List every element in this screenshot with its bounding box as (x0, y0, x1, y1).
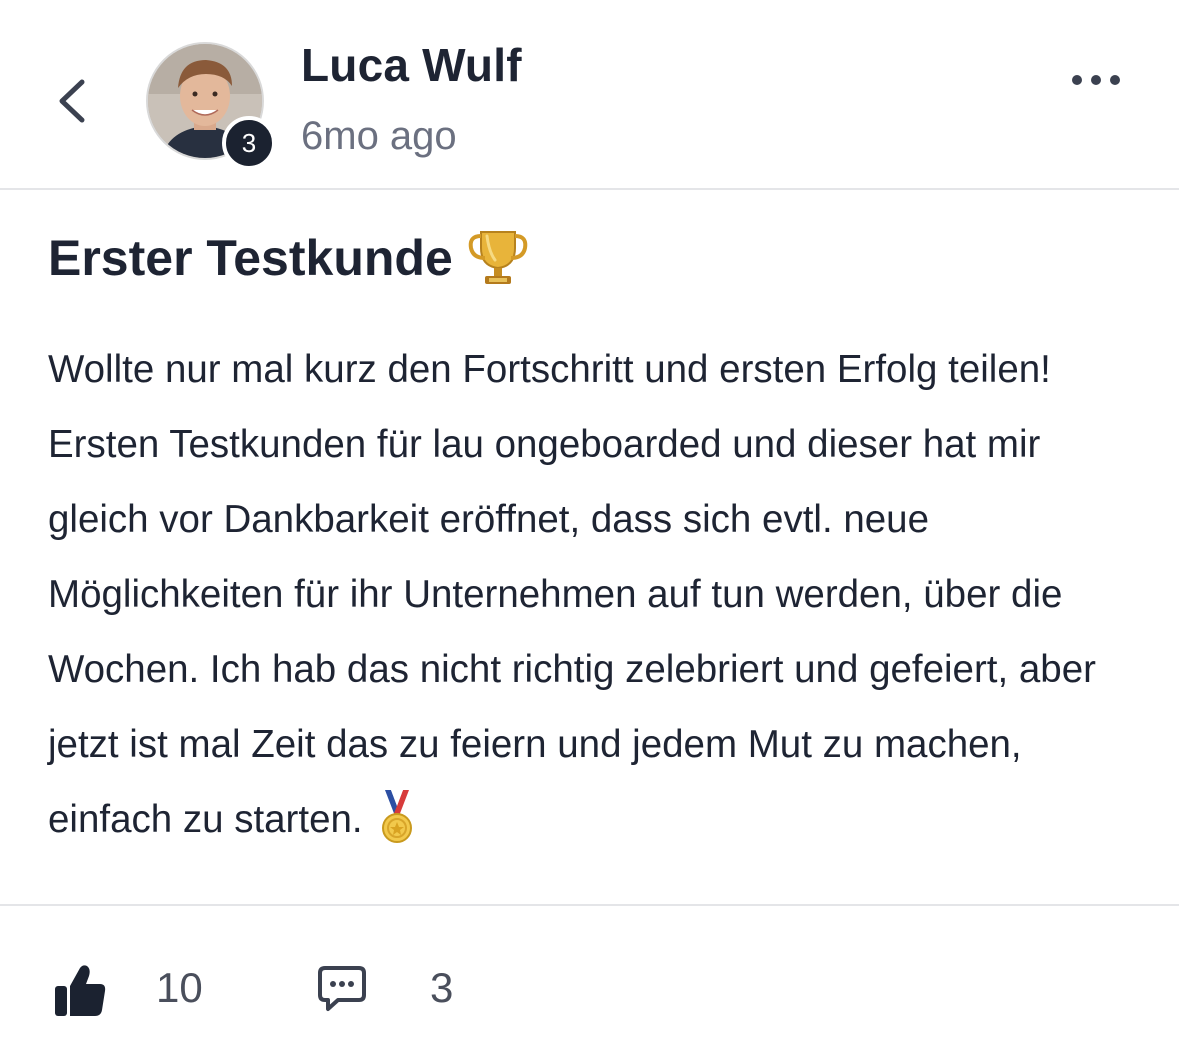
chevron-left-icon (59, 79, 85, 123)
like-count: 10 (156, 964, 203, 1011)
medal-icon (377, 788, 417, 846)
back-button[interactable] (50, 72, 98, 128)
comment-count: 3 (430, 964, 454, 1011)
footer-divider (0, 904, 1179, 906)
post-title: Erster Testkunde (48, 230, 453, 286)
thumbs-up-icon (55, 965, 106, 1016)
comment-button[interactable] (316, 963, 368, 1015)
post-body: Wollte nur mal kurz den Fortschritt und … (48, 332, 1138, 857)
post-body-text: Wollte nur mal kurz den Fortschritt und … (48, 348, 1096, 841)
author-name[interactable]: Luca Wulf (301, 38, 522, 92)
like-button[interactable] (52, 962, 108, 1020)
comment-icon (318, 966, 366, 1011)
more-horizontal-icon (1072, 75, 1120, 85)
post-timestamp: 6mo ago (301, 114, 457, 158)
more-options-button[interactable] (1068, 62, 1124, 98)
author-avatar-wrap[interactable]: 3 (146, 42, 276, 170)
post-title-row: Erster Testkunde (48, 226, 529, 290)
post-header: 3 Luca Wulf 6mo ago (0, 0, 1179, 190)
level-badge: 3 (222, 116, 276, 170)
trophy-icon (467, 226, 529, 290)
